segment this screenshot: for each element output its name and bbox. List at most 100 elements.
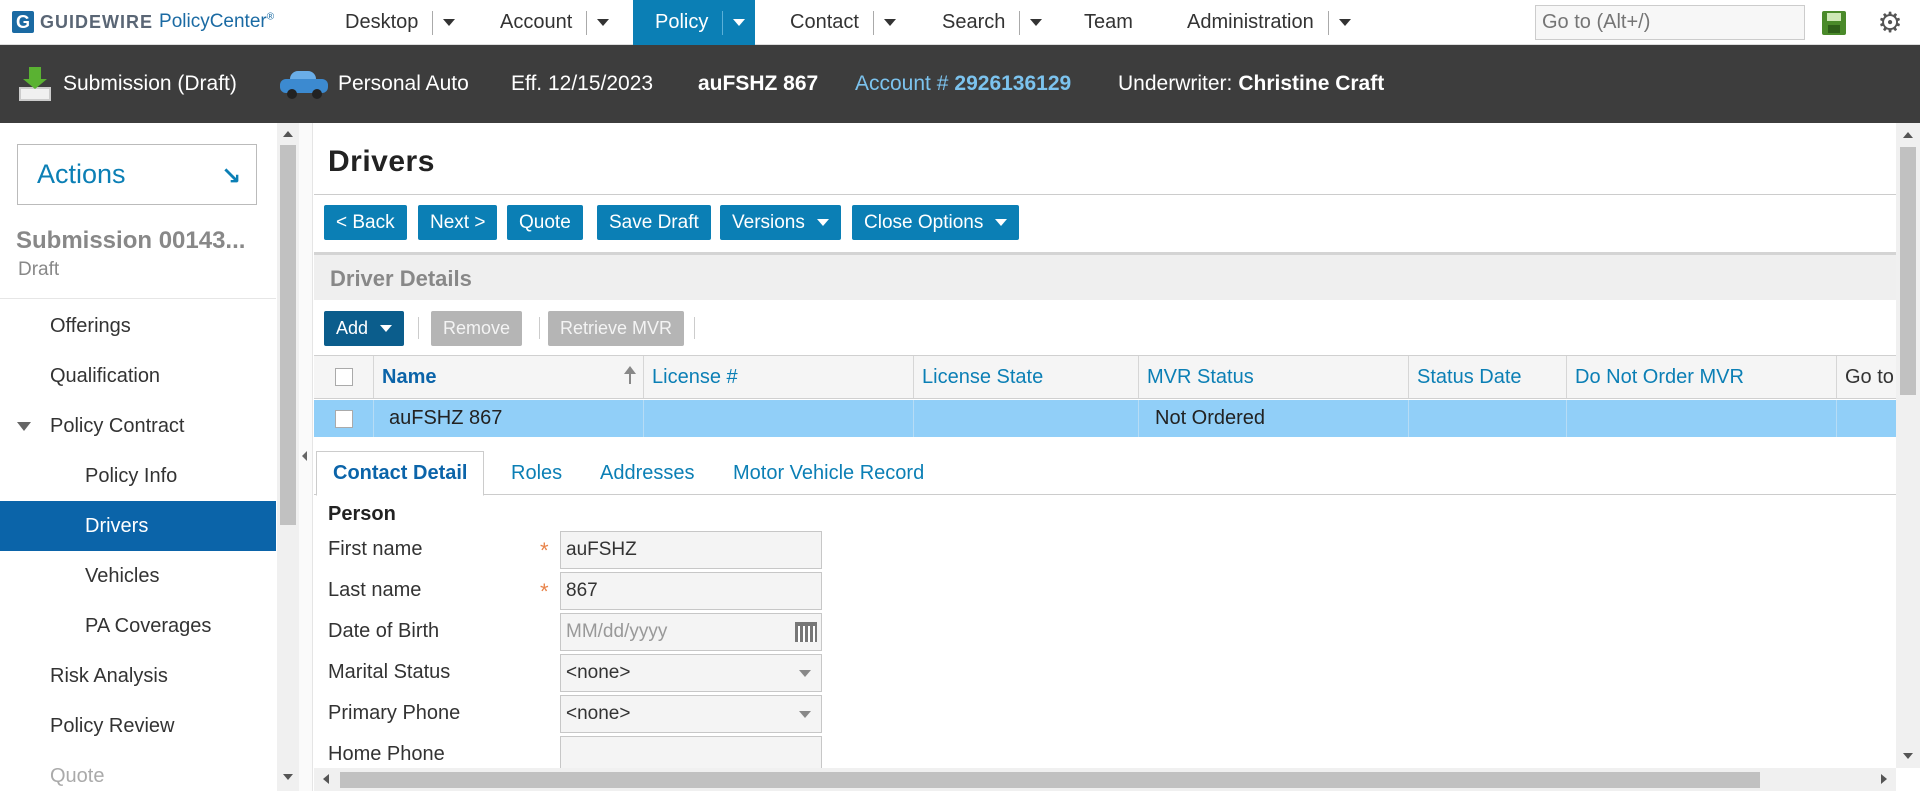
guidewire-logo: G GUIDEWIRE PolicyCenter® <box>12 10 274 34</box>
sidebar-item-offerings[interactable]: Offerings <box>0 301 276 351</box>
calendar-icon[interactable] <box>795 622 817 642</box>
save-icon[interactable] <box>1822 11 1846 35</box>
chevron-down-icon[interactable] <box>17 421 31 431</box>
sidebar-item-quote: Quote <box>50 764 105 787</box>
submission-status-text: Draft <box>18 259 60 280</box>
scroll-thumb[interactable] <box>280 145 296 525</box>
account-link[interactable]: Account # 2926136129 <box>855 45 1071 123</box>
sidebar-item-pa-coverages[interactable]: PA Coverages <box>0 601 276 651</box>
remove-button[interactable]: Remove <box>431 311 523 346</box>
sidebar-item-qualification[interactable]: Qualification <box>0 351 276 401</box>
nav-tab-team[interactable]: Team <box>1084 0 1133 45</box>
column-header-mvr-status[interactable]: MVR Status <box>1139 356 1409 398</box>
back-button[interactable]: < Back <box>324 205 407 240</box>
sidebar-collapse-handle[interactable] <box>299 123 313 791</box>
select-all-cell <box>314 356 374 398</box>
main-horizontal-scrollbar[interactable] <box>314 768 1896 791</box>
versions-button[interactable]: Versions <box>720 205 841 240</box>
dob-label: Date of Birth <box>328 620 440 642</box>
column-header-goto[interactable]: Go to <box>1837 356 1896 398</box>
marital-status-select[interactable]: <none> <box>560 654 822 692</box>
sidebar-item-policy-contract[interactable]: Policy Contract <box>0 401 276 451</box>
car-icon <box>280 69 328 99</box>
chevron-down-icon[interactable] <box>733 19 746 26</box>
column-header-do-not-order-mvr[interactable]: Do Not Order MVR <box>1567 356 1837 398</box>
nav-tab-label: Search <box>942 11 1006 33</box>
section-header: Driver Details <box>314 255 1896 300</box>
sidebar-item-risk-analysis[interactable]: Risk Analysis <box>0 651 276 701</box>
underwriter: Underwriter: Christine Craft <box>1118 72 1385 95</box>
last-name-label: Last name <box>328 579 422 601</box>
scroll-thumb[interactable] <box>1900 147 1916 395</box>
scroll-right-icon[interactable] <box>1881 774 1887 784</box>
last-name-field[interactable]: 867 <box>560 572 822 610</box>
nav-tab-label: Policy <box>655 11 709 33</box>
table-row[interactable]: auFSHZ 867 Not Ordered <box>314 400 1896 437</box>
sidebar-item-policy-info[interactable]: Policy Info <box>0 451 276 501</box>
row-checkbox[interactable] <box>334 409 353 428</box>
top-navigation-bar: G GUIDEWIRE PolicyCenter® Desktop Accoun… <box>0 0 1920 45</box>
column-header-status-date[interactable]: Status Date <box>1409 356 1567 398</box>
scroll-down-icon[interactable] <box>283 774 293 780</box>
actions-button[interactable]: Actions ↘ <box>17 144 257 205</box>
scroll-down-icon[interactable] <box>1903 753 1913 759</box>
submission-title[interactable]: Submission 00143... <box>16 227 245 255</box>
required-asterisk: * <box>540 579 549 604</box>
nav-tab-account[interactable]: Account <box>500 0 610 45</box>
nav-tab-search[interactable]: Search <box>942 0 1043 45</box>
select-all-checkbox[interactable] <box>334 368 353 386</box>
nav-tab-label: Contact <box>790 11 859 33</box>
sidebar-scrollbar[interactable] <box>277 123 299 791</box>
sidebar-item-policy-review[interactable]: Policy Review <box>0 701 276 751</box>
nav-tab-label: Administration <box>1187 11 1314 33</box>
column-header-license-state[interactable]: License State <box>914 356 1139 398</box>
nav-tab-desktop[interactable]: Desktop <box>345 0 456 45</box>
tab-addresses[interactable]: Addresses <box>584 451 711 495</box>
guidewire-logo-icon: G <box>12 11 34 33</box>
sidebar-item-vehicles[interactable]: Vehicles <box>0 551 276 601</box>
nav-tab-policy[interactable]: Policy <box>633 0 755 45</box>
dob-field[interactable]: MM/dd/yyyy <box>560 613 822 651</box>
sort-ascending-icon <box>624 366 636 384</box>
last-name-row: Last name * 867 <box>314 571 1014 612</box>
cell-status-date <box>1409 400 1567 437</box>
sidebar-item-drivers[interactable]: Drivers <box>0 501 276 551</box>
tab-contact-detail[interactable]: Contact Detail <box>316 451 485 496</box>
scroll-thumb[interactable] <box>340 772 1760 788</box>
account-number[interactable]: 2926136129 <box>954 72 1071 96</box>
nav-tab-contact[interactable]: Contact <box>790 0 896 45</box>
save-draft-button[interactable]: Save Draft <box>597 205 711 240</box>
home-phone-field[interactable] <box>560 736 822 768</box>
chevron-down-icon[interactable] <box>1030 19 1043 26</box>
first-name-field[interactable]: auFSHZ <box>560 531 822 569</box>
next-button[interactable]: Next > <box>418 205 498 240</box>
marital-status-label: Marital Status <box>328 661 451 683</box>
chevron-down-icon[interactable] <box>597 19 610 26</box>
close-options-button[interactable]: Close Options <box>852 205 1020 240</box>
retrieve-mvr-button[interactable]: Retrieve MVR <box>548 311 685 346</box>
main-vertical-scrollbar[interactable] <box>1896 123 1920 768</box>
cell-license-state <box>914 400 1139 437</box>
add-button[interactable]: Add <box>324 311 405 346</box>
column-header-name[interactable]: Name <box>374 356 644 398</box>
submission-info-bar: Submission (Draft) Personal Auto Eff. 12… <box>0 45 1920 123</box>
column-header-license[interactable]: License # <box>644 356 914 398</box>
primary-phone-select[interactable]: <none> <box>560 695 822 733</box>
goto-input[interactable] <box>1535 5 1805 40</box>
scroll-up-icon[interactable] <box>283 131 293 137</box>
main-content: Drivers < Back Next > Quote Save Draft V… <box>314 123 1896 768</box>
gear-icon[interactable]: ⚙ <box>1877 9 1903 37</box>
actions-label: Actions <box>37 159 126 189</box>
scroll-up-icon[interactable] <box>1903 132 1913 138</box>
tab-roles[interactable]: Roles <box>495 451 578 495</box>
chevron-down-icon[interactable] <box>1338 19 1351 26</box>
cell-name[interactable]: auFSHZ 867 <box>374 400 644 437</box>
quote-button[interactable]: Quote <box>507 205 583 240</box>
submission-download-icon <box>17 67 53 101</box>
insured-name: auFSHZ 867 <box>698 72 819 95</box>
nav-tab-administration[interactable]: Administration <box>1187 0 1351 45</box>
tab-motor-vehicle-record[interactable]: Motor Vehicle Record <box>717 451 940 495</box>
chevron-down-icon[interactable] <box>443 19 456 26</box>
chevron-down-icon[interactable] <box>883 19 896 26</box>
scroll-left-icon[interactable] <box>323 774 329 784</box>
